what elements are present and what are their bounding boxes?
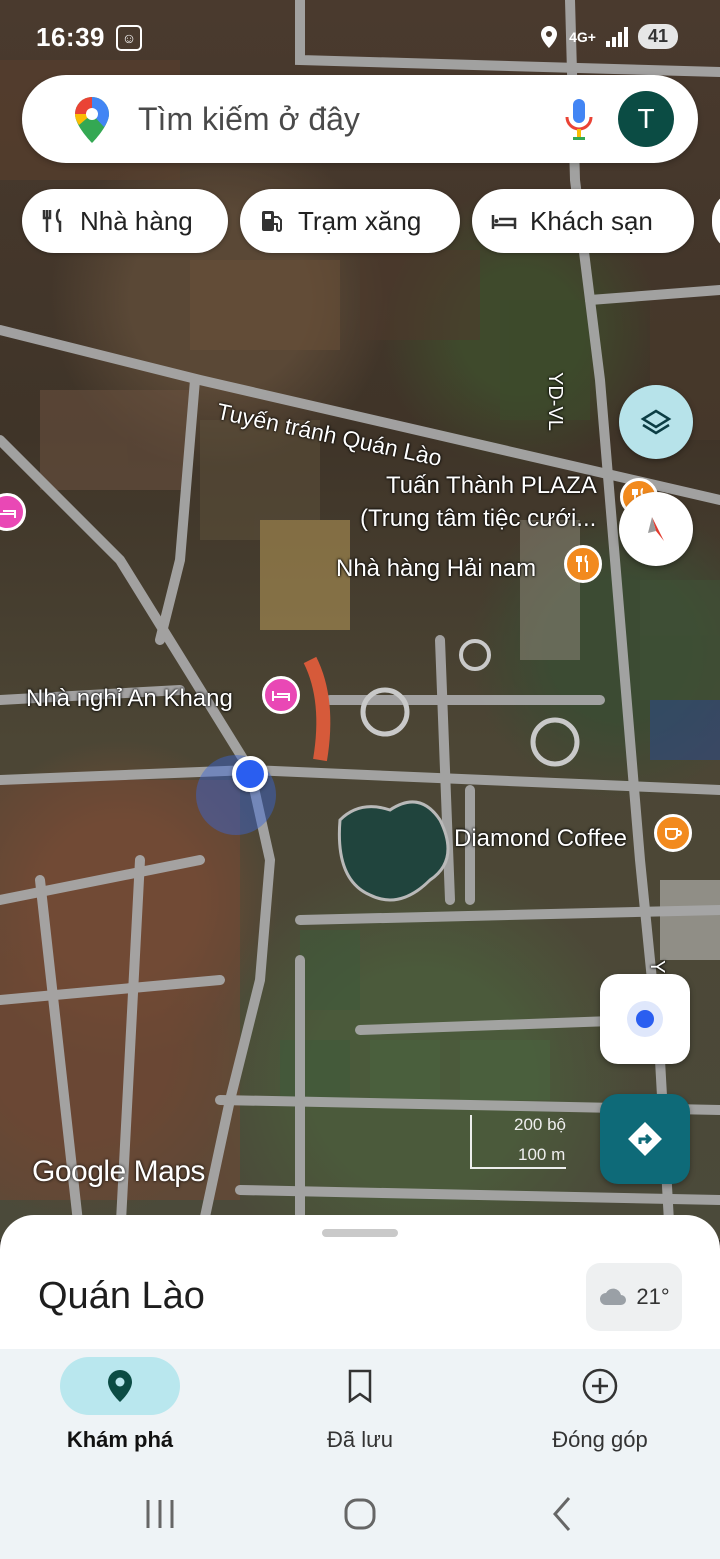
hotel-icon (491, 215, 517, 229)
chip-label: Khách sạn (530, 205, 653, 236)
poi-label-plaza[interactable]: Tuấn Thành PLAZA (386, 472, 597, 500)
poi-label-an-khang[interactable]: Nhà nghỉ An Khang (26, 685, 233, 713)
home-icon[interactable] (340, 1494, 380, 1534)
weather-widget[interactable]: 21° (586, 1263, 682, 1331)
category-chips: Nhà hàng Trạm xăng Khách sạn (22, 189, 694, 253)
poi-label-hai-nam[interactable]: Nhà hàng Hải nam (336, 555, 536, 583)
explore-pin-icon (108, 1370, 132, 1402)
bottom-navigation: Khám phá Đã lưu Đóng góp (0, 1349, 720, 1469)
chip-restaurants[interactable]: Nhà hàng (22, 189, 228, 253)
map-view[interactable]: Tuyến tránh Quán Lào YD-VL Y Tuấn Thành … (0, 0, 720, 1240)
chip-hotels[interactable]: Khách sạn (472, 189, 694, 253)
hotel-pin-icon[interactable] (262, 676, 300, 714)
tab-explore[interactable]: Khám phá (0, 1349, 240, 1469)
google-maps-pin-icon (75, 97, 109, 143)
microphone-icon[interactable] (562, 97, 596, 143)
poi-label-diamond[interactable]: Diamond Coffee (454, 825, 627, 853)
scale-meters: 100 m (518, 1145, 566, 1164)
compass-button[interactable] (619, 492, 693, 566)
search-input[interactable]: Tìm kiếm ở đây (138, 101, 360, 138)
road-label-y: Y (646, 960, 668, 974)
layers-button[interactable] (619, 385, 693, 459)
search-bar[interactable]: Tìm kiếm ở đây T (22, 75, 698, 163)
bookmark-icon (348, 1369, 372, 1403)
cloud-icon (600, 1288, 627, 1305)
chip-label: Nhà hàng (80, 205, 193, 236)
system-navigation-bar (0, 1469, 720, 1559)
layers-icon (640, 409, 672, 435)
directions-icon (628, 1122, 662, 1156)
scale-feet: 200 bộ (514, 1115, 566, 1134)
tab-saved[interactable]: Đã lưu (240, 1349, 480, 1469)
battery-level: 41 (637, 24, 678, 49)
my-location-icon (627, 1001, 663, 1037)
current-location-dot-icon (232, 756, 268, 792)
chip-gas-stations[interactable]: Trạm xăng (240, 189, 460, 253)
restaurant-icon (42, 208, 62, 232)
signal-icon (605, 26, 628, 47)
cafe-pin-icon[interactable] (654, 814, 692, 852)
temperature: 21° (636, 1284, 670, 1309)
face-widget-icon: ☺ (116, 25, 142, 51)
road-label-yd-vl: YD-VL (544, 372, 566, 431)
gas-station-icon (262, 211, 282, 232)
recent-apps-icon[interactable] (140, 1494, 180, 1534)
compass-icon (648, 517, 664, 541)
tab-label: Đóng góp (552, 1427, 648, 1452)
my-location-button[interactable] (600, 974, 690, 1064)
directions-button[interactable] (600, 1094, 690, 1184)
account-avatar[interactable]: T (618, 91, 674, 147)
poi-label-plaza-sub[interactable]: (Trung tâm tiệc cưới... (360, 505, 596, 533)
restaurant-pin-icon[interactable] (564, 545, 602, 583)
bottom-sheet[interactable]: Quán Lào 21° (0, 1215, 720, 1355)
google-maps-watermark: Google Maps (32, 1155, 205, 1188)
location-status-icon (541, 25, 558, 48)
tab-label: Đã lưu (326, 1427, 394, 1452)
back-icon[interactable] (543, 1494, 583, 1534)
network-type: 4G+ (569, 28, 596, 45)
status-time: 16:39 (36, 22, 105, 52)
status-bar: 16:39 ☺ 4G+ 41 (0, 0, 720, 72)
tab-label: Khám phá (66, 1427, 174, 1452)
chip-label: Trạm xăng (298, 205, 422, 236)
drag-handle[interactable] (322, 1229, 398, 1237)
add-circle-icon (582, 1368, 618, 1404)
tab-contribute[interactable]: Đóng góp (480, 1349, 720, 1469)
scale-bar: 200 bộ 100 m (470, 1115, 566, 1169)
place-name: Quán Lào (38, 1275, 205, 1317)
